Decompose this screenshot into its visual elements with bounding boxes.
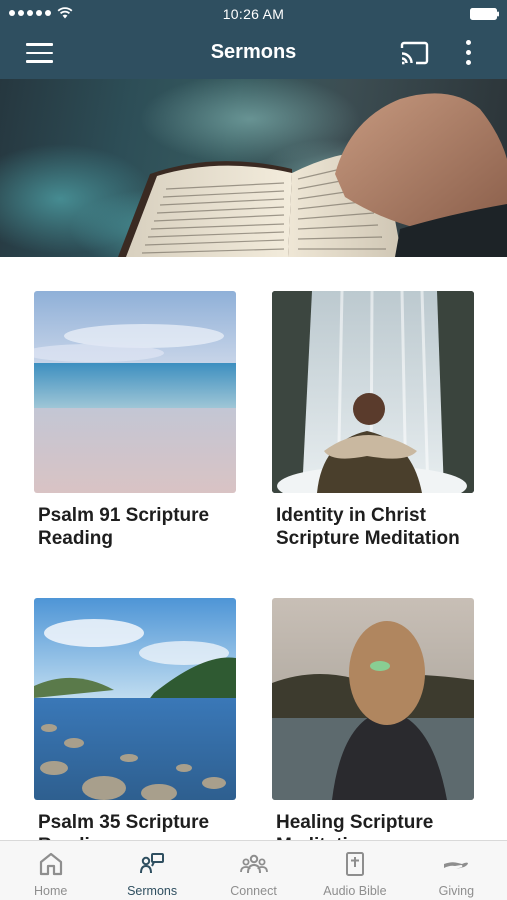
tab-audio-bible[interactable]: Audio Bible bbox=[304, 841, 405, 900]
hero-image bbox=[0, 79, 507, 257]
status-time: 10:26 AM bbox=[222, 6, 285, 22]
tab-label: Home bbox=[34, 884, 68, 898]
sermon-card[interactable]: Psalm 35 Scripture Reading bbox=[34, 598, 236, 857]
status-bar: 10:26 AM bbox=[0, 0, 507, 28]
tab-connect[interactable]: Connect bbox=[203, 841, 304, 900]
bible-icon bbox=[345, 852, 364, 876]
sermon-title: Identity in Christ Scripture Meditation bbox=[276, 505, 460, 549]
sermon-thumbnail bbox=[34, 291, 236, 493]
giving-icon bbox=[444, 862, 469, 869]
tab-home[interactable]: Home bbox=[0, 841, 101, 900]
header: Sermons bbox=[0, 28, 507, 79]
sermon-card[interactable]: Identity in Christ Scripture Meditation bbox=[272, 291, 474, 550]
sermon-thumbnail bbox=[272, 291, 474, 493]
tab-sermons[interactable]: Sermons bbox=[101, 841, 202, 900]
tab-label: Connect bbox=[230, 884, 277, 898]
page-title: Sermons bbox=[210, 41, 297, 63]
more-vertical-icon[interactable] bbox=[462, 40, 474, 66]
sermon-card[interactable]: Healing Scripture Meditation bbox=[272, 598, 474, 857]
tab-label: Giving bbox=[438, 884, 475, 898]
sermon-card[interactable]: Psalm 91 Scripture Reading bbox=[34, 291, 236, 550]
cast-icon[interactable] bbox=[400, 41, 429, 65]
tab-label: Sermons bbox=[127, 884, 178, 898]
sermon-title: Psalm 91 Scripture Reading bbox=[38, 505, 210, 549]
tab-giving[interactable]: Giving bbox=[406, 841, 507, 900]
home-icon bbox=[39, 852, 62, 876]
tab-label: Audio Bible bbox=[323, 884, 387, 898]
tab-bar: Home Sermons Connect Audio Bible Giving bbox=[0, 840, 507, 900]
sermons-icon bbox=[140, 853, 165, 874]
sermon-thumbnail bbox=[34, 598, 236, 800]
menu-icon[interactable] bbox=[26, 43, 53, 63]
connect-icon bbox=[239, 854, 268, 874]
battery-icon bbox=[470, 8, 499, 20]
sermon-thumbnail bbox=[272, 598, 474, 800]
